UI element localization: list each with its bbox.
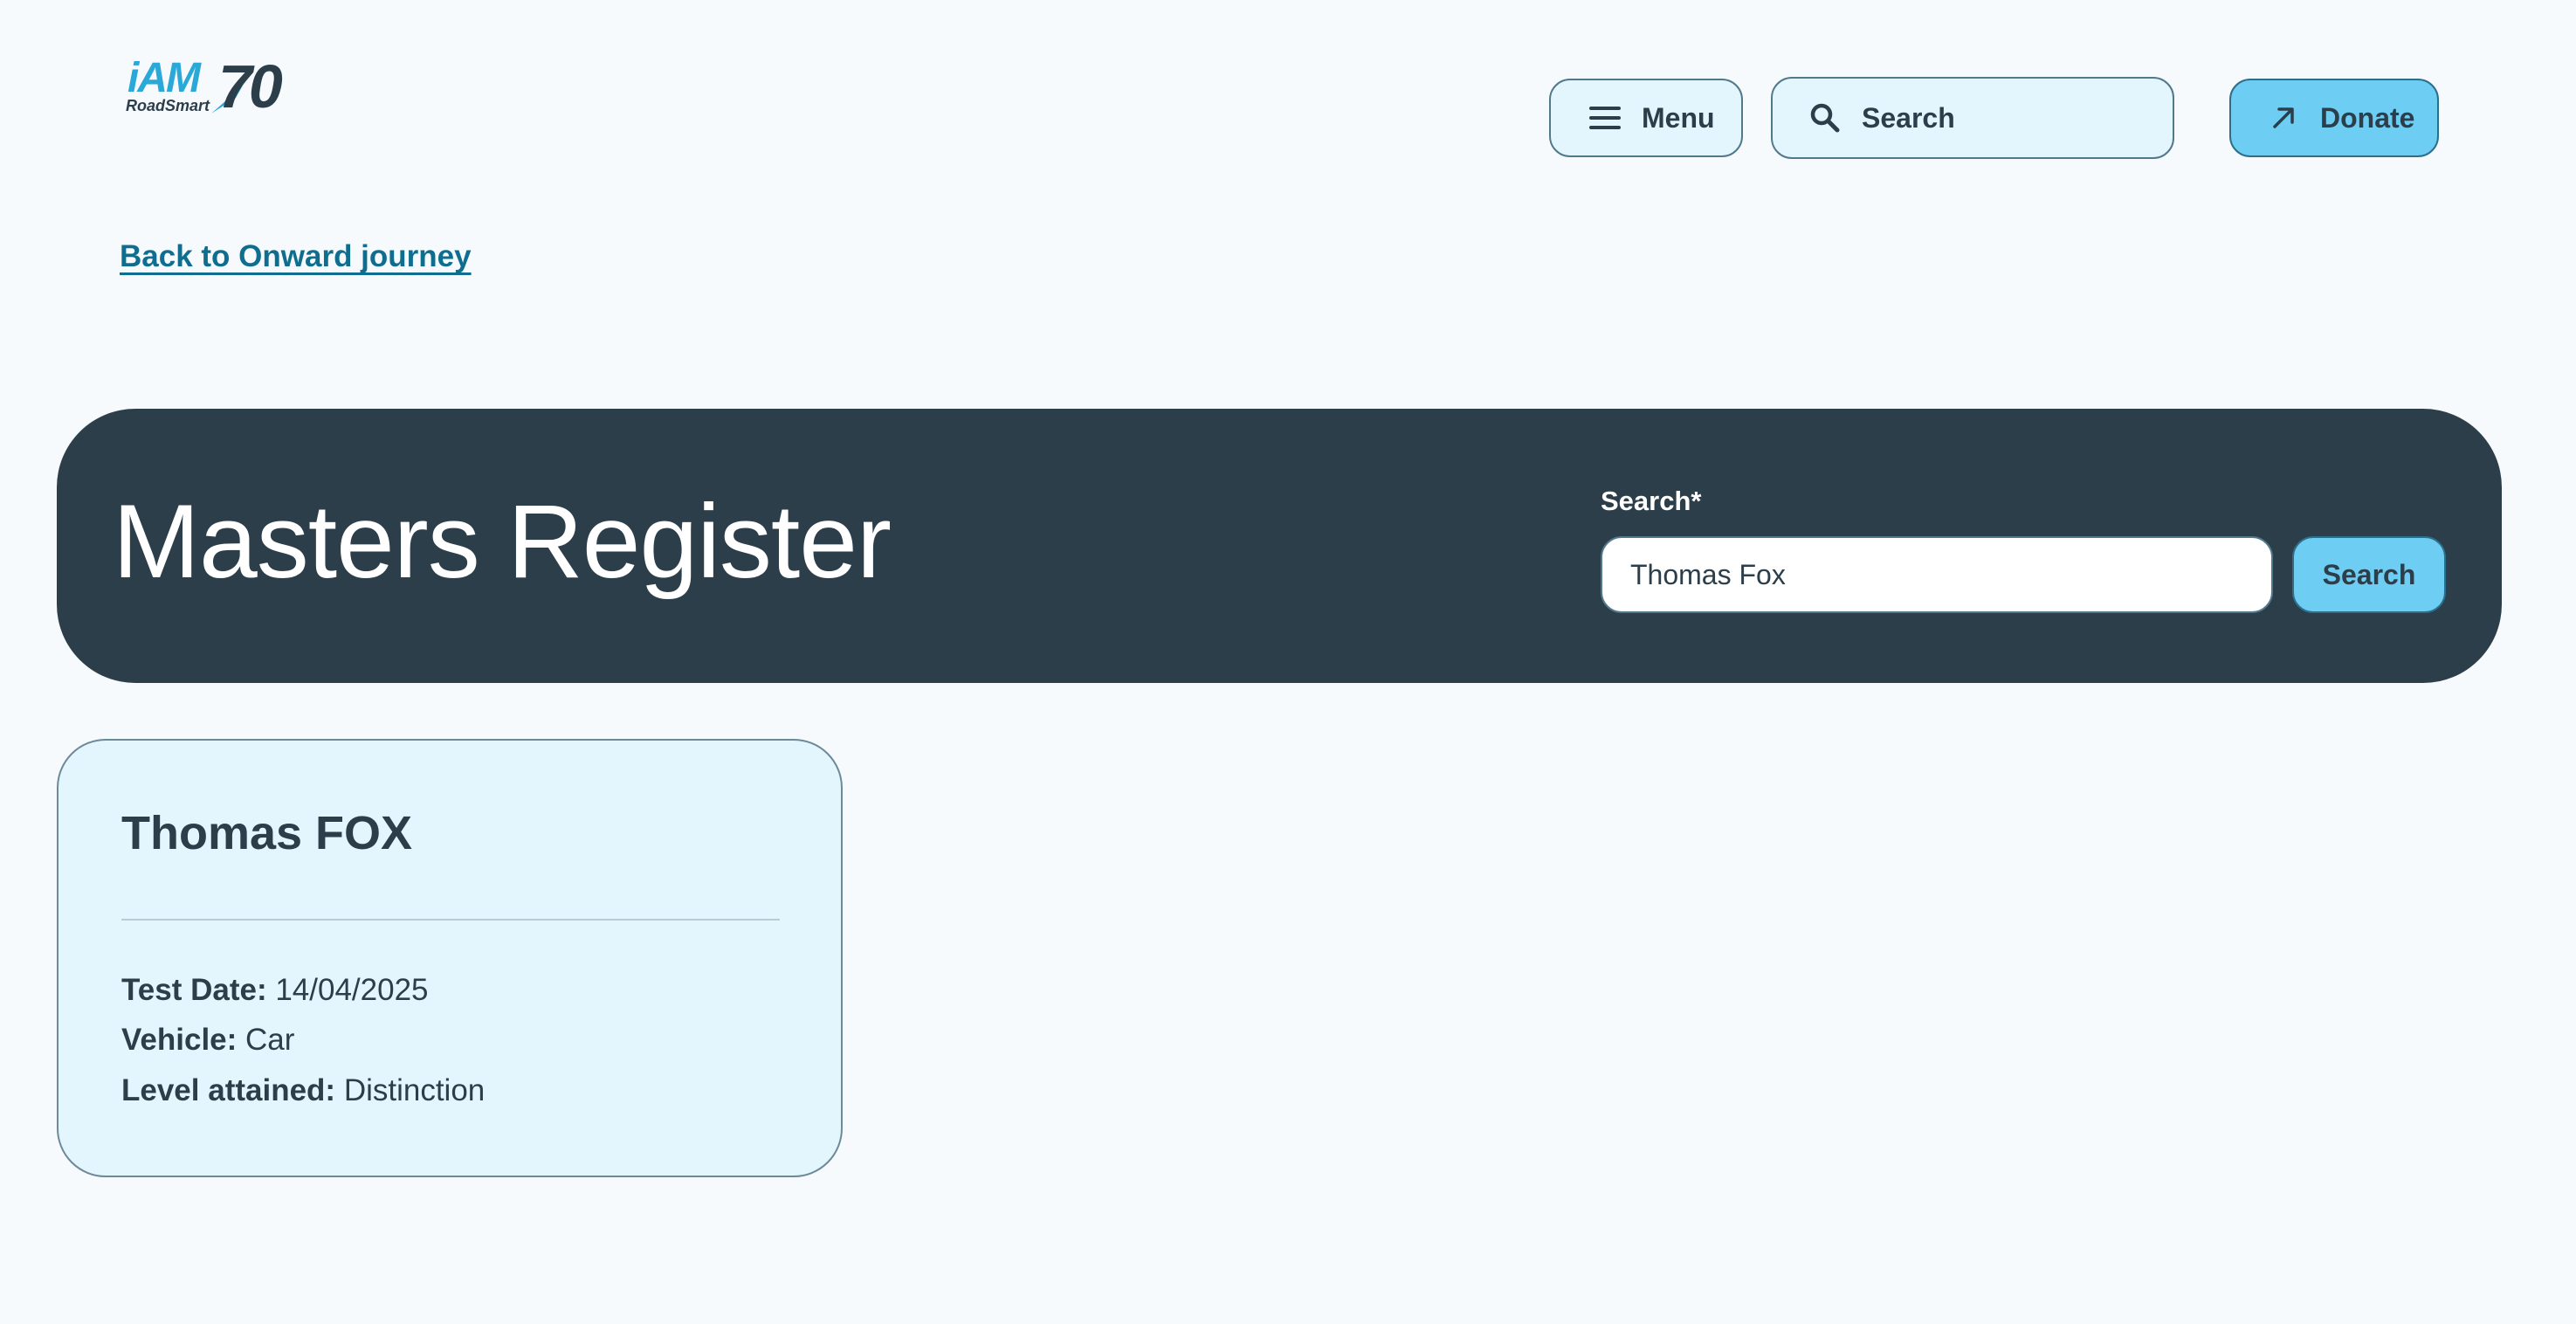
- logo-subtitle: RoadSmart: [126, 97, 210, 114]
- arrow-up-right-icon: [2266, 100, 2301, 135]
- donate-button-label: Donate: [2320, 101, 2415, 134]
- search-field-label: Search*: [1601, 486, 1702, 516]
- masters-register-banner: Masters Register Search* Search: [57, 409, 2502, 683]
- result-card: Thomas FOX Test Date: 14/04/2025 Vehicle…: [57, 739, 843, 1177]
- level-attained-value: Distinction: [343, 1073, 486, 1107]
- header-search-label: Search: [1862, 101, 1955, 134]
- vehicle-row: Vehicle: Car: [121, 1021, 294, 1059]
- level-attained-row: Level attained: Distinction: [121, 1072, 485, 1110]
- iam-roadsmart-logo[interactable]: iAM RoadSmart 70: [126, 52, 304, 121]
- logo-brand: iAM: [127, 55, 201, 101]
- header-search-button[interactable]: Search: [1771, 77, 2174, 159]
- menu-button[interactable]: Menu: [1549, 79, 1743, 157]
- card-divider: [121, 919, 780, 921]
- logo-anniversary: 70: [218, 52, 283, 121]
- level-attained-label: Level attained:: [121, 1073, 336, 1107]
- register-search-button[interactable]: Search: [2292, 536, 2446, 613]
- hamburger-icon: [1588, 100, 1622, 135]
- menu-button-label: Menu: [1642, 101, 1715, 134]
- donate-button[interactable]: Donate: [2229, 79, 2439, 157]
- vehicle-value: Car: [245, 1023, 295, 1057]
- search-icon: [1808, 100, 1842, 135]
- page-title: Masters Register: [113, 483, 892, 600]
- register-search-input[interactable]: [1601, 536, 2273, 613]
- result-name: Thomas FOX: [121, 807, 413, 859]
- test-date-row: Test Date: 14/04/2025: [121, 971, 429, 1010]
- test-date-label: Test Date:: [121, 973, 267, 1007]
- back-to-onward-journey-link[interactable]: Back to Onward journey: [120, 238, 472, 276]
- test-date-value: 14/04/2025: [275, 973, 429, 1007]
- vehicle-label: Vehicle:: [121, 1023, 238, 1057]
